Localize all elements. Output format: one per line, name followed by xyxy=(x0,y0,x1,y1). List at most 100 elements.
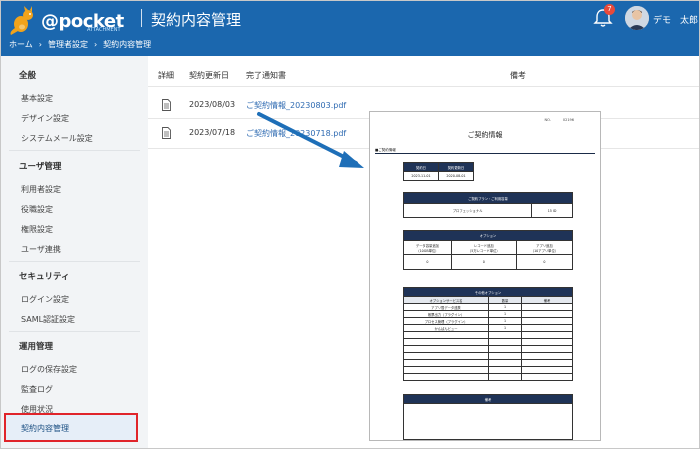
top-header: @pocket ATTACHMENT 契約内容管理 ホーム › 管理者設定 › … xyxy=(1,1,699,56)
pdf-cell: レコード追加 （5万レコード単位） xyxy=(450,240,517,255)
pdf-cell xyxy=(488,338,522,346)
pdf-cell xyxy=(403,403,573,440)
pointer-arrow-icon xyxy=(257,112,364,168)
pdf-cell: 0 xyxy=(515,254,574,270)
pdf-cell xyxy=(521,352,573,360)
pdf-cell xyxy=(521,366,573,374)
column-header-remarks: 備考 xyxy=(510,71,526,80)
sidebar-item-label: 契約内容管理 xyxy=(21,424,69,433)
pdf-cell: 1 xyxy=(488,317,522,325)
sidebar-item-saml-settings[interactable]: SAML認証設定 xyxy=(21,314,75,325)
pdf-title: ご契約情報 xyxy=(467,131,503,139)
sidebar-item-permission-settings[interactable]: 権限設定 xyxy=(21,224,53,235)
pdf-cell: 契約更新日 xyxy=(438,162,474,172)
pdf-cell: プロセス管理（プラグイン） xyxy=(403,317,489,325)
chevron-right-icon: › xyxy=(93,40,98,49)
header-divider xyxy=(148,86,699,87)
pdf-cell xyxy=(488,352,522,360)
notification-badge: 7 xyxy=(604,4,615,15)
pdf-cell xyxy=(521,303,573,311)
pdf-cell xyxy=(521,338,573,346)
breadcrumb-home[interactable]: ホーム xyxy=(9,39,33,50)
pdf-cell xyxy=(403,373,489,381)
sidebar-item-audit-log[interactable]: 監査ログ xyxy=(21,384,53,395)
pdf-cell: 0 xyxy=(450,254,517,270)
pdf-cell: オプションサービス名 xyxy=(403,296,489,304)
sidebar-item-login-settings[interactable]: ログイン設定 xyxy=(21,294,69,305)
pdf-cell: データ容量追加 （10GB単位） xyxy=(403,240,452,255)
pdf-cell xyxy=(403,331,489,339)
header-divider xyxy=(141,9,142,27)
pdf-cell: 契約日 xyxy=(403,162,439,172)
column-header-notice: 完了通知書 xyxy=(246,71,286,80)
kangaroo-logo-icon xyxy=(9,6,39,36)
sidebar-divider xyxy=(9,261,140,262)
notice-pdf-link[interactable]: ご契約情報_20230803.pdf xyxy=(246,100,346,111)
pdf-cell: ご契約プラン・ご利用容量 xyxy=(403,192,573,204)
sidebar-item-design-settings[interactable]: デザイン設定 xyxy=(21,113,69,124)
sidebar-heading-operations: 運用管理 xyxy=(19,342,54,352)
pdf-cell xyxy=(521,324,573,332)
sidebar-heading-security: セキュリティ xyxy=(19,272,70,282)
pdf-cell: 帳票出力（プラグイン） xyxy=(403,310,489,318)
pdf-cell: 1 xyxy=(488,303,522,311)
document-icon[interactable] xyxy=(162,99,171,111)
pdf-cell: その他オプション xyxy=(403,287,573,297)
pdf-cell xyxy=(521,331,573,339)
pdf-cell xyxy=(521,373,573,381)
chevron-right-icon: › xyxy=(38,40,42,49)
pdf-cell: 1 xyxy=(488,324,522,332)
pdf-cell: 2023-11-01 xyxy=(403,171,439,181)
pdf-section-rule xyxy=(375,153,595,154)
page-title: 契約内容管理 xyxy=(151,11,242,29)
pdf-plan-table: ご契約プラン・ご利用容量 プロフェッショナル 15 ID xyxy=(402,192,573,218)
sidebar: 全般 基本設定 デザイン設定 システムメール設定 ユーザ管理 利用者設定 役職設… xyxy=(1,56,148,448)
column-header-detail: 詳細 xyxy=(158,71,174,80)
breadcrumb-admin-settings[interactable]: 管理者設定 xyxy=(48,39,88,50)
pdf-cell xyxy=(403,352,489,360)
sidebar-item-position-settings[interactable]: 役職設定 xyxy=(21,204,53,215)
column-header-renewal-date: 契約更新日 xyxy=(189,71,229,80)
pdf-cell xyxy=(521,359,573,367)
sidebar-item-contract-management[interactable]: 契約内容管理 xyxy=(4,413,138,442)
pdf-cell xyxy=(488,331,522,339)
pdf-cell xyxy=(488,359,522,367)
pdf-cell xyxy=(488,345,522,353)
pdf-document-number: NO. 02196 xyxy=(544,118,574,122)
pdf-cell xyxy=(521,310,573,318)
renewal-date: 2023/08/03 xyxy=(189,100,236,109)
pdf-cell xyxy=(403,366,489,374)
sidebar-heading-general: 全般 xyxy=(19,71,37,81)
pdf-cell: 1 xyxy=(488,310,522,318)
pdf-preview: NO. 02196 ご契約情報 ■ご契約情報 契約日 契約更新日 2023-11-… xyxy=(369,111,601,441)
avatar[interactable] xyxy=(625,6,649,30)
app-window: @pocket ATTACHMENT 契約内容管理 ホーム › 管理者設定 › … xyxy=(0,0,700,449)
sidebar-divider xyxy=(9,150,140,151)
pdf-cell xyxy=(488,373,522,381)
logo-subtext: ATTACHMENT xyxy=(87,27,121,33)
breadcrumb: ホーム › 管理者設定 › 契約内容管理 xyxy=(9,39,151,50)
user-name[interactable]: デモ 太郎 xyxy=(653,13,698,26)
sidebar-item-system-mail-settings[interactable]: システムメール設定 xyxy=(21,133,93,144)
sidebar-item-log-retention[interactable]: ログの保存設定 xyxy=(21,364,77,375)
pdf-cell: 備考 xyxy=(403,394,573,404)
pdf-cell: かんばんビュー xyxy=(403,324,489,332)
breadcrumb-current: 契約内容管理 xyxy=(103,40,152,49)
sidebar-item-user-integration[interactable]: ユーザ連携 xyxy=(21,244,61,255)
document-icon[interactable] xyxy=(162,127,171,139)
sidebar-item-basic-settings[interactable]: 基本設定 xyxy=(21,93,53,104)
pdf-cell xyxy=(403,345,489,353)
pdf-cell: 備考 xyxy=(521,296,573,304)
pdf-option-table: オプション データ容量追加 （10GB単位） レコード追加 （5万レコード単位） ア… xyxy=(403,230,574,270)
pdf-cell: プロフェッショナル xyxy=(402,203,533,218)
pdf-cell: オプション xyxy=(403,230,573,241)
pdf-cell: 数量 xyxy=(488,296,522,304)
pdf-cell: 2020-08-01 xyxy=(438,171,474,181)
sidebar-heading-user-management: ユーザ管理 xyxy=(19,162,62,172)
pdf-cell xyxy=(488,366,522,374)
pdf-cell: アプリ間データ連携 xyxy=(403,303,489,311)
pdf-cell: アプリ追加 （10アプリ単位） xyxy=(515,240,574,255)
pdf-other-option-table: その他オプション オプションサービス名 数量 備考 アプリ間データ連携 1 帳票… xyxy=(403,287,573,381)
sidebar-item-user-settings[interactable]: 利用者設定 xyxy=(21,184,61,195)
pdf-cell: 0 xyxy=(403,254,452,270)
